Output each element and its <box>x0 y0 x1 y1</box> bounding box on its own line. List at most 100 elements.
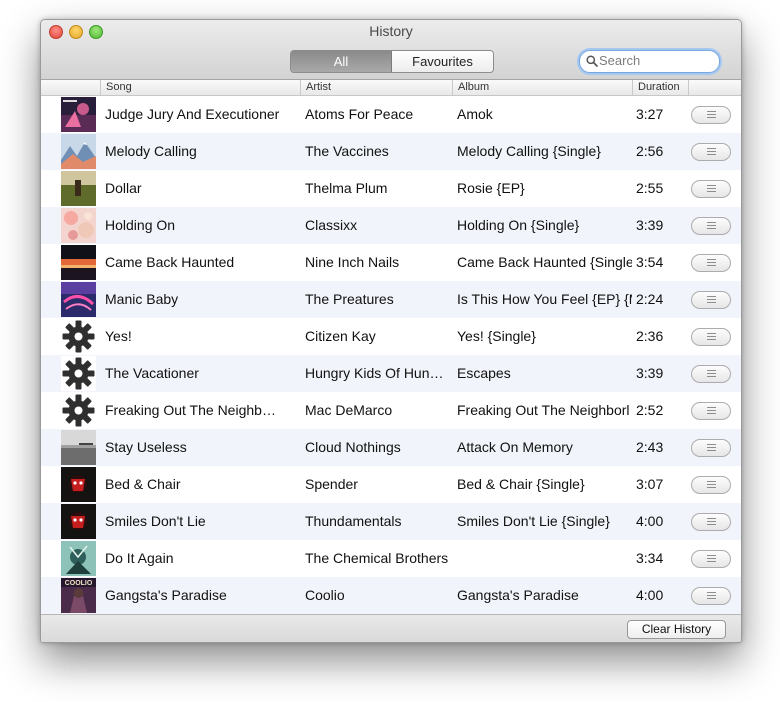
column-header-artist[interactable]: Artist <box>300 80 452 95</box>
table-row[interactable]: Bed & Chair Spender Bed & Chair {Single} 3:… <box>41 466 741 503</box>
song-cell: Came Back Haunted <box>105 254 235 270</box>
list-icon <box>707 444 716 451</box>
album-cell: Melody Calling {Single} <box>457 143 601 159</box>
album-art <box>61 97 96 132</box>
table-row[interactable]: Manic Baby The Preatures Is This How You F… <box>41 281 741 318</box>
song-cell: Melody Calling <box>105 143 197 159</box>
row-menu-button[interactable] <box>691 587 731 605</box>
row-menu-button[interactable] <box>691 328 731 346</box>
album-cell: Bed & Chair {Single} <box>457 476 585 492</box>
artist-cell: Thelma Plum <box>305 180 388 196</box>
album-art <box>61 134 96 169</box>
gear-icon <box>61 356 96 391</box>
album-cell: Freaking Out The Neighborl <box>457 402 630 418</box>
column-header-duration[interactable]: Duration <box>632 80 688 95</box>
list-icon <box>707 148 716 155</box>
row-menu-button[interactable] <box>691 180 731 198</box>
table-row[interactable]: The Vacationer Hungry Kids Of Hun… Escapes… <box>41 355 741 392</box>
album-cell: Is This How You Feel {EP} {M <box>457 291 632 307</box>
table-row[interactable]: Holding On Classixx Holding On {Single} 3:3… <box>41 207 741 244</box>
row-menu-button[interactable] <box>691 550 731 568</box>
artist-cell: The Preatures <box>305 291 394 307</box>
list-icon <box>707 333 716 340</box>
duration-cell: 3:34 <box>636 550 664 566</box>
album-cell: Yes! {Single} <box>457 328 536 344</box>
row-menu-button[interactable] <box>691 254 731 272</box>
row-menu-button[interactable] <box>691 291 731 309</box>
song-cell: Holding On <box>105 217 176 233</box>
album-art <box>61 541 96 576</box>
table-row[interactable]: Dollar Thelma Plum Rosie {EP} 2:55 <box>41 170 741 207</box>
table-row[interactable]: Judge Jury And Executioner Atoms For Peac… <box>41 96 741 133</box>
row-menu-button[interactable] <box>691 439 731 457</box>
row-menu-button[interactable] <box>691 106 731 124</box>
artist-cell: Cloud Nothings <box>305 439 401 455</box>
table-row[interactable]: Came Back Haunted Nine Inch Nails Came Bac… <box>41 244 741 281</box>
filter-favourites-button[interactable]: Favourites <box>392 51 493 72</box>
duration-cell: 3:07 <box>636 476 664 492</box>
artist-cell: Citizen Kay <box>305 328 376 344</box>
table-row[interactable]: Yes! Citizen Kay Yes! {Single} 2:36 <box>41 318 741 355</box>
album-art: COOLIO <box>61 578 96 613</box>
history-table: Judge Jury And Executioner Atoms For Peac… <box>41 96 741 614</box>
album-art <box>61 208 96 243</box>
artist-cell: The Vaccines <box>305 143 389 159</box>
duration-cell: 3:39 <box>636 365 664 381</box>
album-art <box>61 430 96 465</box>
column-header-actions <box>688 80 741 95</box>
filter-all-button[interactable]: All <box>291 51 392 72</box>
song-cell: Gangsta's Paradise <box>105 587 227 603</box>
duration-cell: 4:00 <box>636 587 664 603</box>
row-menu-button[interactable] <box>691 143 731 161</box>
list-icon <box>707 555 716 562</box>
table-row[interactable]: Stay Useless Cloud Nothings Attack On Memo… <box>41 429 741 466</box>
artist-cell: Thundamentals <box>305 513 402 529</box>
table-row[interactable]: Do It Again The Chemical Brothers 3:34 <box>41 540 741 577</box>
window-title: History <box>369 23 413 39</box>
artist-cell: Coolio <box>305 587 345 603</box>
search-icon <box>586 55 598 67</box>
row-menu-button[interactable] <box>691 217 731 235</box>
row-menu-button[interactable] <box>691 365 731 383</box>
artist-cell: Mac DeMarco <box>305 402 393 418</box>
song-cell: Judge Jury And Executioner <box>105 106 280 122</box>
gear-icon <box>61 319 96 354</box>
table-row[interactable]: Freaking Out The Neighb… Mac DeMarco Freak… <box>41 392 741 429</box>
duration-cell: 3:54 <box>636 254 664 270</box>
duration-cell: 3:27 <box>636 106 664 122</box>
album-cell <box>457 540 632 577</box>
search-field[interactable] <box>579 50 720 73</box>
table-row[interactable]: Smiles Don't Lie Thundamentals Smiles Don'… <box>41 503 741 540</box>
filter-segmented-control: All Favourites <box>290 50 494 73</box>
song-cell: Do It Again <box>105 550 174 566</box>
artist-cell: The Chemical Brothers <box>305 550 449 566</box>
artist-cell: Nine Inch Nails <box>305 254 400 270</box>
album-art-text: COOLIO <box>65 580 93 587</box>
list-icon <box>707 111 716 118</box>
row-menu-button[interactable] <box>691 513 731 531</box>
row-menu-button[interactable] <box>691 476 731 494</box>
album-art <box>61 504 96 539</box>
list-icon <box>707 370 716 377</box>
column-header-song[interactable]: Song <box>100 80 300 95</box>
album-art <box>61 467 96 502</box>
column-header-album[interactable]: Album <box>452 80 632 95</box>
album-cell: Smiles Don't Lie {Single} <box>457 513 610 529</box>
artist-cell: Hungry Kids Of Hun… <box>305 365 444 381</box>
album-cell: Escapes <box>457 365 511 381</box>
table-row[interactable]: COOLIO Gangsta's Paradise Coolio Gangsta's … <box>41 577 741 614</box>
list-icon <box>707 407 716 414</box>
song-cell: Manic Baby <box>105 291 179 307</box>
row-menu-button[interactable] <box>691 402 731 420</box>
song-cell: Smiles Don't Lie <box>105 513 206 529</box>
album-art <box>61 282 96 317</box>
list-icon <box>707 592 716 599</box>
table-row[interactable]: Melody Calling The Vaccines Melody Calling… <box>41 133 741 170</box>
album-art <box>61 171 96 206</box>
album-art <box>61 245 96 280</box>
list-icon <box>707 185 716 192</box>
clear-history-button[interactable]: Clear History <box>627 620 726 639</box>
song-cell: Bed & Chair <box>105 476 181 492</box>
search-input[interactable] <box>599 52 714 69</box>
album-cell: Attack On Memory <box>457 439 573 455</box>
